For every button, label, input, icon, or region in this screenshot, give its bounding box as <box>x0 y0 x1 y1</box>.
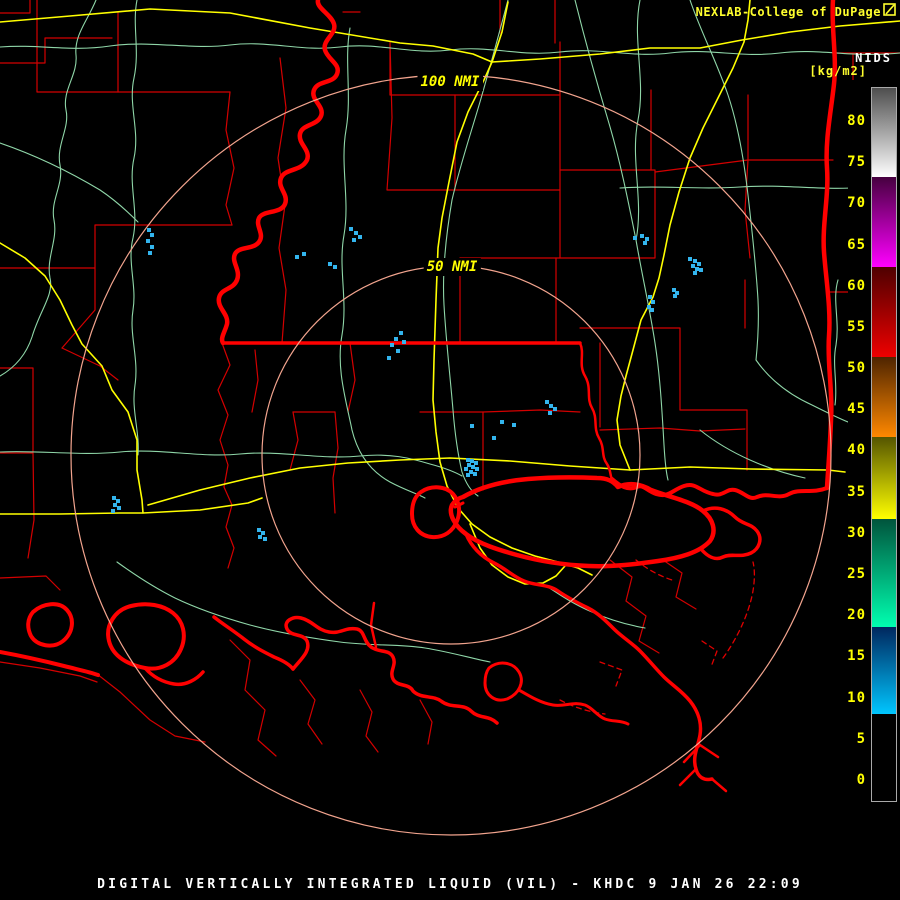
colorbar-tick: 60 <box>847 278 866 294</box>
radar-display: 100 NMI 50 NMI NEXLAB-College of DuPage N… <box>0 0 900 900</box>
colorbar-segment <box>872 177 896 267</box>
colorbar-tick: 70 <box>847 195 866 211</box>
radar-map: 100 NMI 50 NMI <box>0 0 900 900</box>
colorbar-tick: 20 <box>847 607 866 623</box>
product-caption: DIGITAL VERTICALLY INTEGRATED LIQUID (VI… <box>97 877 803 892</box>
colorbar-tick: 25 <box>847 566 866 582</box>
site-credit: NEXLAB-College of DuPage <box>695 5 881 19</box>
cod-flag-icon <box>883 3 896 16</box>
colorbar-units: [kg/m2] <box>809 64 867 78</box>
colorbar-tick: 35 <box>847 484 866 500</box>
colorbar-tick: 30 <box>847 525 866 541</box>
colorbar-tick: 50 <box>847 360 866 376</box>
colorbar-segment <box>872 437 896 519</box>
colorbar-tick: 45 <box>847 401 866 417</box>
product-format-label: NIDS <box>855 51 892 65</box>
range-ring-label: 100 NMI <box>420 74 480 90</box>
colorbar-segment <box>872 267 896 357</box>
colorbar-tick: 65 <box>847 237 866 253</box>
colorbar-segment <box>872 714 896 801</box>
colorbar <box>871 87 897 802</box>
colorbar-tick: 10 <box>847 690 866 706</box>
colorbar-segment <box>872 519 896 627</box>
colorbar-segment <box>872 357 896 437</box>
colorbar-segment <box>872 627 896 714</box>
colorbar-tick: 15 <box>847 648 866 664</box>
colorbar-tick: 0 <box>856 772 866 788</box>
colorbar-tick: 80 <box>847 113 866 129</box>
colorbar-tick: 55 <box>847 319 866 335</box>
colorbar-tick: 5 <box>856 731 866 747</box>
range-ring-label: 50 NMI <box>427 259 478 275</box>
colorbar-tick: 75 <box>847 154 866 170</box>
colorbar-segment <box>872 88 896 177</box>
colorbar-tick: 40 <box>847 442 866 458</box>
